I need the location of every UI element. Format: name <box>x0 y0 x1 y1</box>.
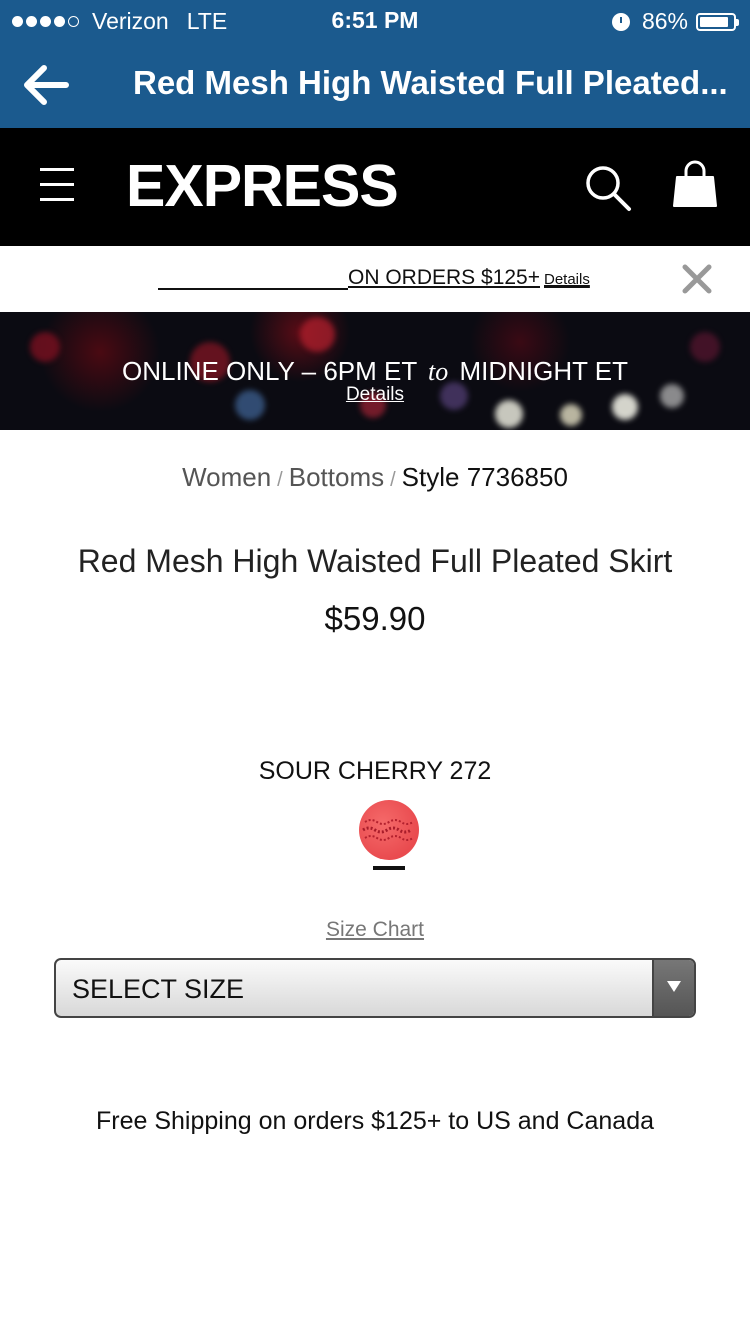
menu-button[interactable] <box>40 168 74 202</box>
alarm-icon <box>611 12 630 31</box>
breadcrumb-bottoms[interactable]: Bottoms <box>289 462 384 492</box>
arrow-left-icon <box>24 65 69 105</box>
mesh-pattern-icon <box>362 819 414 841</box>
page-title: Red Mesh High Waisted Full Pleated... <box>133 64 728 101</box>
promo-underline <box>158 288 348 290</box>
banner-headline: ONLINE ONLY – 6PM ET to MIDNIGHT ET <box>0 356 750 387</box>
promo-close-button[interactable] <box>680 262 714 296</box>
battery-percent: 86% <box>641 8 688 34</box>
back-button[interactable] <box>20 60 72 110</box>
banner-text-end: MIDNIGHT ET <box>459 356 628 386</box>
battery-icon <box>696 12 739 31</box>
status-right: 86% <box>611 8 739 35</box>
site-header: EXPRESS <box>0 128 750 246</box>
breadcrumb-separator: / <box>390 469 396 491</box>
banner-details-row: Details <box>0 384 750 406</box>
breadcrumb-separator: / <box>277 469 283 491</box>
app-nav-bar: Red Mesh High Waisted Full Pleated... <box>0 42 750 128</box>
color-swatch[interactable] <box>359 800 419 860</box>
hamburger-icon <box>40 168 74 201</box>
banner-text-start: ONLINE ONLY – 6PM ET <box>121 356 417 386</box>
chevron-down-icon <box>652 960 694 1016</box>
product-title: Red Mesh High Waisted Full Pleated Skirt <box>77 543 673 579</box>
promo-message: ON ORDERS $125+ Details <box>348 266 590 290</box>
color-name: SOUR CHERRY 272 <box>258 757 492 785</box>
select-size-dropdown[interactable]: SELECT SIZE <box>54 958 696 1018</box>
promo-strip: ON ORDERS $125+ Details <box>0 246 750 312</box>
size-chart-link[interactable]: Size Chart <box>326 918 424 941</box>
status-bar: Verizon LTE 6:51 PM 86% <box>0 0 750 42</box>
search-button[interactable] <box>584 164 632 212</box>
select-size-label: SELECT SIZE <box>72 974 245 1004</box>
shipping-message: Free Shipping on orders $125+ to US and … <box>95 1107 655 1135</box>
breadcrumb-women[interactable]: Women <box>182 462 271 492</box>
promo-banner[interactable]: ONLINE ONLY – 6PM ET to MIDNIGHT ET Deta… <box>0 312 750 430</box>
express-logo[interactable]: EXPRESS <box>126 152 399 220</box>
shopping-bag-icon <box>673 160 717 207</box>
promo-text: ON ORDERS $125+ <box>348 266 540 289</box>
search-icon <box>586 166 631 211</box>
banner-details-link[interactable]: Details <box>346 384 404 405</box>
style-number: Style 7736850 <box>401 462 568 492</box>
breadcrumb: Women / Bottoms / Style 7736850 <box>0 462 750 493</box>
shopping-bag-button[interactable] <box>672 160 718 212</box>
close-icon <box>682 264 712 294</box>
promo-details-link[interactable]: Details <box>544 271 590 288</box>
size-chart-row: Size Chart <box>0 918 750 942</box>
banner-text-to: to <box>428 357 449 386</box>
selected-swatch-indicator <box>373 866 405 870</box>
product-price: $59.90 <box>324 600 426 637</box>
